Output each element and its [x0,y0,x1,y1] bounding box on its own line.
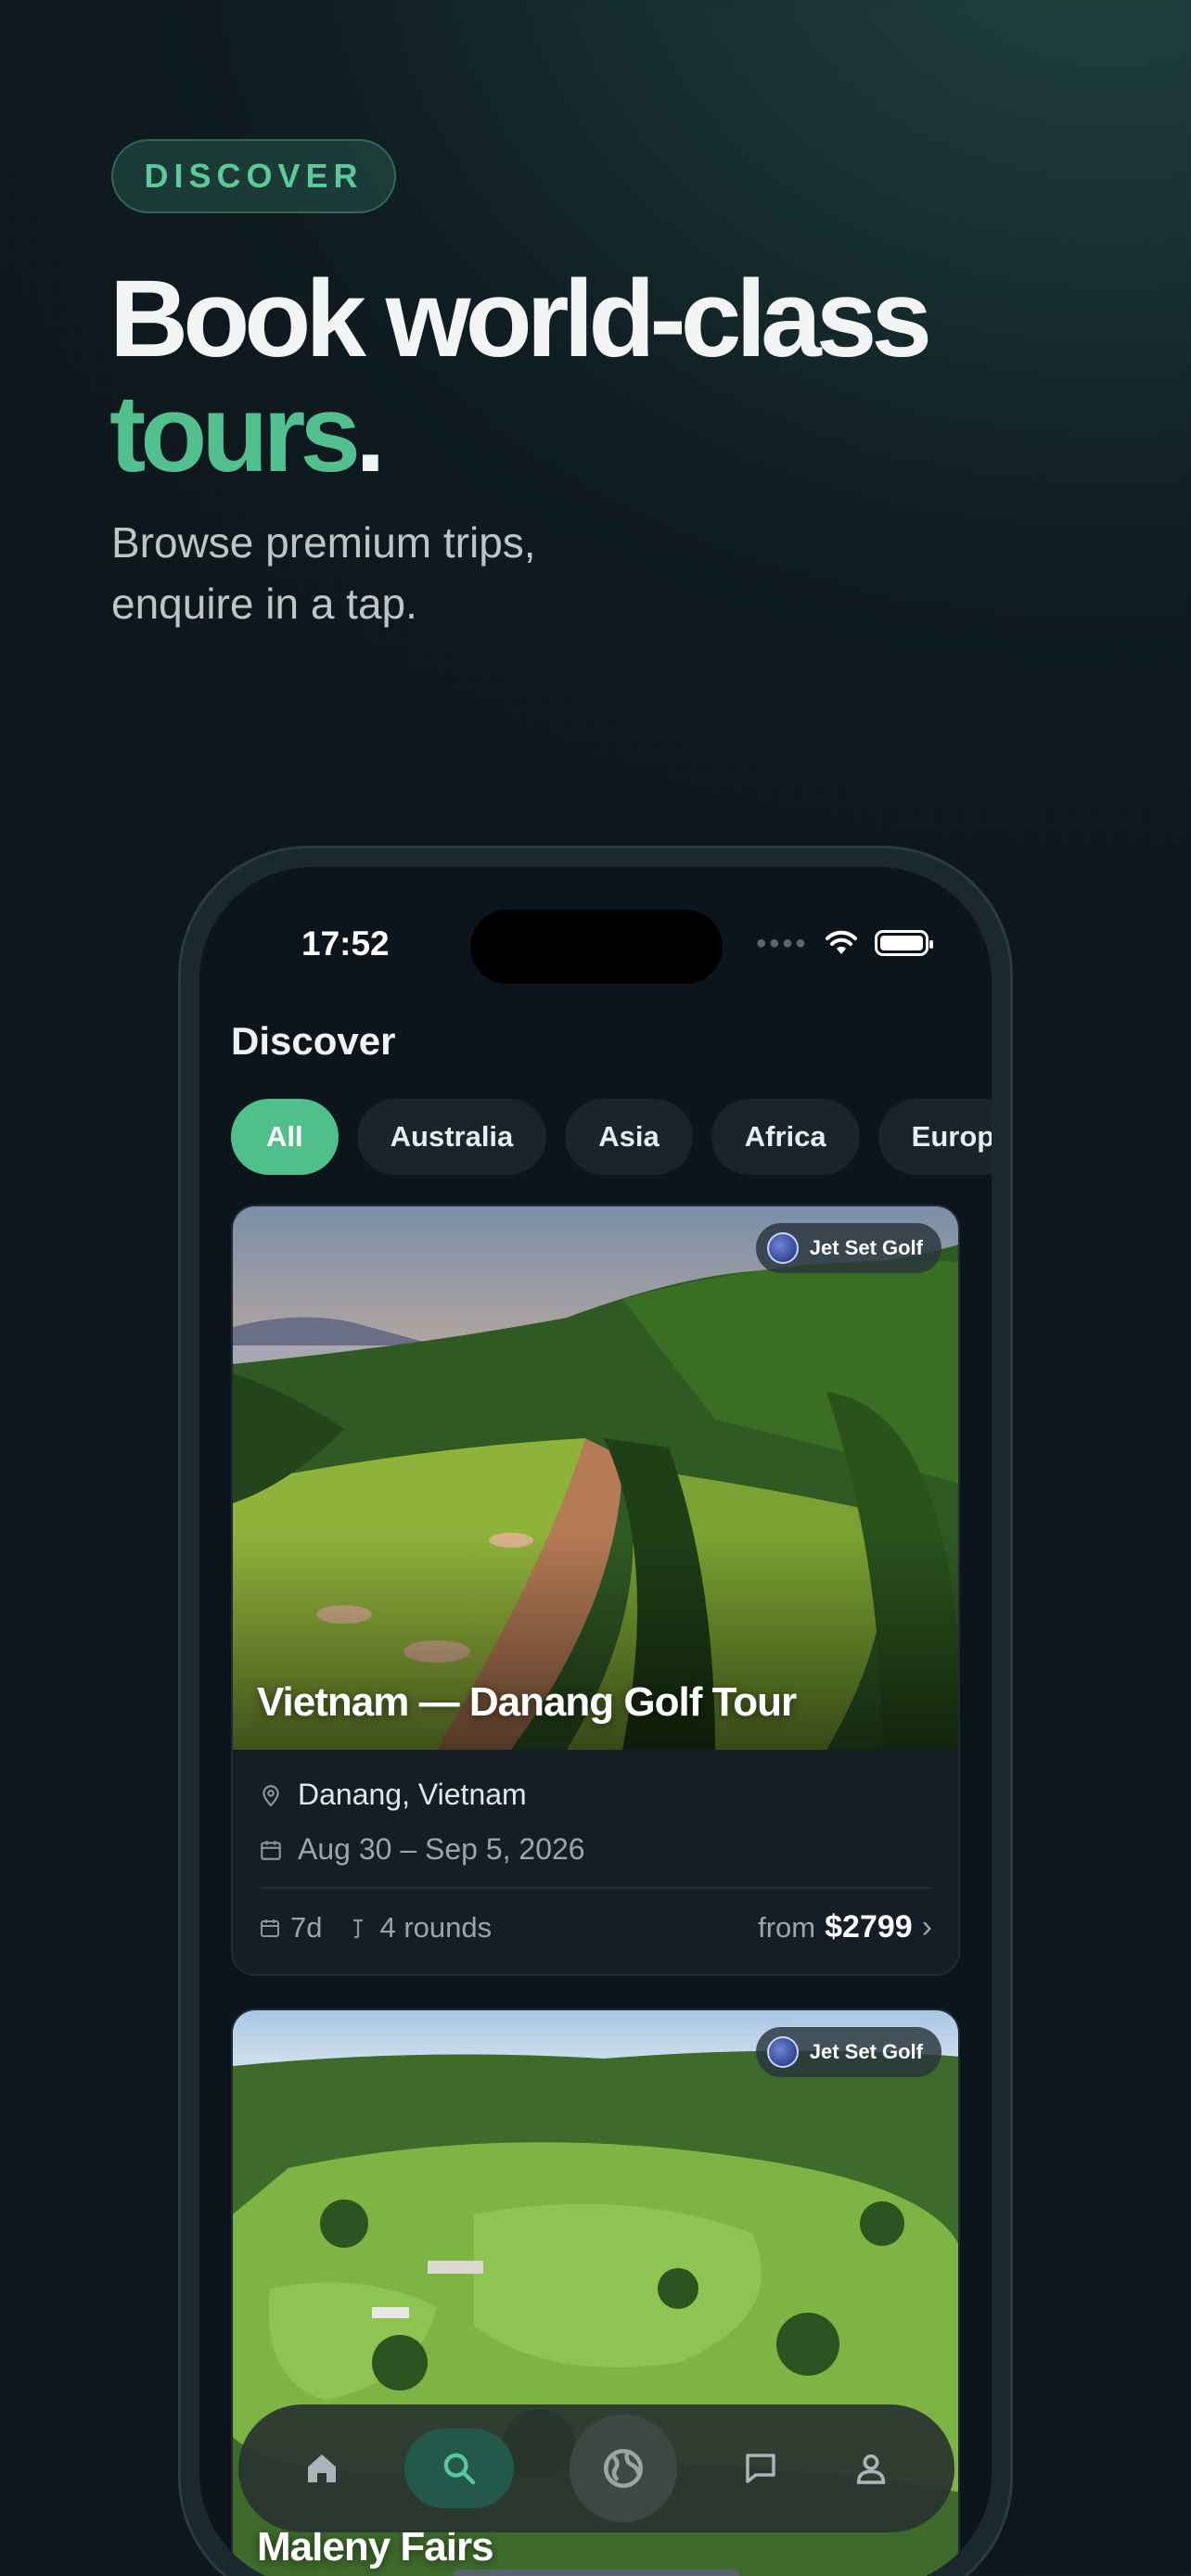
headline-accent: tours [109,373,361,495]
location-pin-icon [259,1783,283,1807]
tab-explore[interactable] [569,2415,677,2522]
status-icons: ●●●● [755,930,933,956]
tour-location: Danang, Vietnam [298,1778,527,1811]
headline-period: . [355,373,386,495]
headline-line1: Book world-class [109,258,932,380]
operator-badge: Jet Set Golf [755,1223,941,1273]
dynamic-island [470,910,723,984]
filter-chip-europe[interactable]: Europe [877,1099,992,1175]
tour-price[interactable]: from $2799 › [758,1909,932,1945]
filter-chip-africa[interactable]: Africa [711,1099,860,1175]
tour-image: Jet Set Golf Vietnam — Danang Golf Tour [233,1206,958,1750]
hero-headline: Book world-class tours. [109,258,932,491]
tour-duration: 7d [259,1911,322,1945]
globe-icon [603,2448,644,2489]
phone-screen: 17:52 ●●●● Discover All Australia Asia A… [199,867,992,2576]
home-icon [307,2455,336,2482]
price-amount: $2799 [825,1909,913,1945]
chevron-right-icon: › [921,1909,932,1945]
status-time: 17:52 [301,925,390,963]
battery-icon [875,930,933,956]
operator-name: Jet Set Golf [809,1236,923,1259]
region-filter-chips: All Australia Asia Africa Europe [231,1099,992,1175]
search-icon [444,2453,476,2485]
price-prefix: from [758,1910,816,1944]
section-eyebrow: DISCOVER [111,139,396,213]
page-title: Discover [231,1019,396,1063]
tour-rounds-value: 4 rounds [379,1910,493,1944]
tour-dates: Aug 30 – Sep 5, 2026 [298,1832,585,1866]
tour-rounds: 4 rounds [350,1911,492,1945]
filter-chip-australia[interactable]: Australia [356,1099,547,1175]
operator-badge: Jet Set Golf [755,2027,941,2077]
subhead-line1: Browse premium trips, [111,518,536,567]
tab-search[interactable] [404,2429,515,2508]
tour-dates-row: Aug 30 – Sep 5, 2026 [259,1832,932,1867]
calendar-icon [261,1919,279,1937]
cellular-signal-icon: ●●●● [755,932,808,953]
tour-duration-value: 7d [290,1910,323,1944]
chat-icon [745,2454,775,2483]
calendar-icon [259,1838,283,1862]
golf-tee-icon [353,1919,364,1938]
profile-icon [857,2454,886,2484]
tour-summary-row: 7d 4 rounds from $2799 › [259,1909,932,1945]
filter-chip-all[interactable]: All [231,1099,339,1175]
home-indicator [454,2570,739,2576]
filter-chip-asia[interactable]: Asia [565,1099,693,1175]
operator-name: Jet Set Golf [809,2040,923,2063]
tour-location-row: Danang, Vietnam [259,1778,932,1812]
wifi-icon [826,930,857,954]
hero-subhead: Browse premium trips, enquire in a tap. [111,512,761,634]
tab-home[interactable] [294,2441,350,2496]
tour-title: Vietnam — Danang Golf Tour [257,1679,797,1725]
tab-profile[interactable] [843,2441,899,2496]
subhead-line2: enquire in a tap. [111,580,417,628]
divider [259,1887,932,1889]
phone-frame: 17:52 ●●●● Discover All Australia Asia A… [178,846,1013,2576]
tour-details: Danang, Vietnam Aug 30 – Sep 5, 2026 7d [233,1750,958,1945]
tour-card[interactable]: Jet Set Golf Vietnam — Danang Golf Tour … [231,1205,960,1976]
operator-logo-icon [766,1232,799,1264]
operator-logo-icon [766,2036,799,2068]
bottom-tab-bar [238,2404,954,2532]
tab-messages[interactable] [733,2441,788,2496]
